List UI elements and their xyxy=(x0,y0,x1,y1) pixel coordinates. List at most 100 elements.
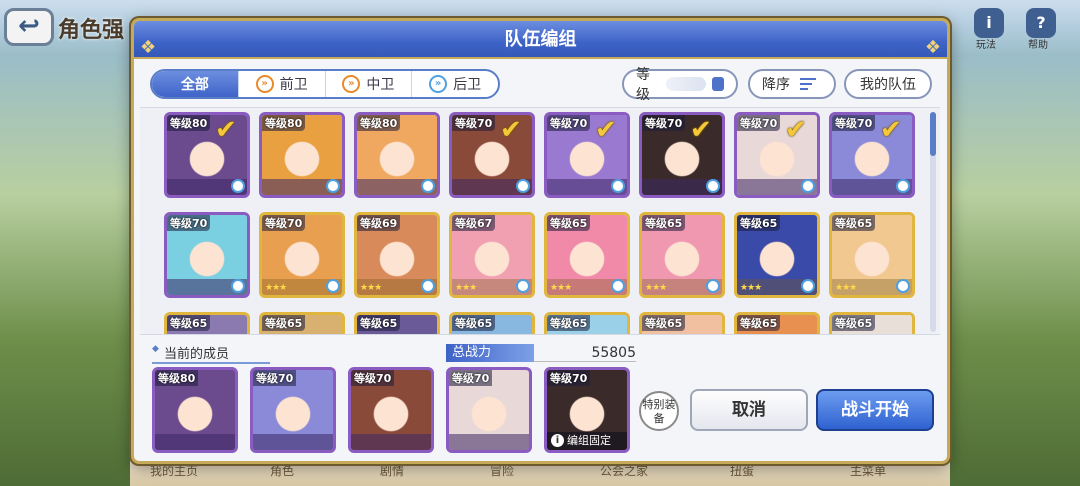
special-equipment-button[interactable]: 特别装备 xyxy=(639,391,679,431)
header-ornament-left-icon: ❖ xyxy=(140,37,157,58)
character-card[interactable]: 等级80 xyxy=(259,112,345,198)
nav-guild[interactable]: 公会之家 xyxy=(600,462,648,479)
character-card[interactable]: 等级80 ✔ xyxy=(164,112,250,198)
nav-main-menu[interactable]: 主菜单 xyxy=(850,462,886,479)
play-guide-label: 玩法 xyxy=(976,40,996,51)
dialog-title: 队伍编组 xyxy=(504,29,577,50)
my-team-button[interactable]: 我的队伍 xyxy=(844,69,932,99)
selected-check-icon: ✔ xyxy=(785,115,807,145)
position-icon xyxy=(516,279,530,293)
character-level: 等级65 xyxy=(737,215,781,231)
tab-all[interactable]: 全部 xyxy=(152,71,238,97)
level-filter-label: 等级 xyxy=(636,67,650,103)
member-level: 等级70 xyxy=(351,370,395,386)
header-ornament-right-icon: ❖ xyxy=(924,37,941,58)
character-level: 等级65 xyxy=(547,215,591,231)
character-card[interactable]: 等级65★★★ xyxy=(449,312,535,334)
character-card[interactable]: 等级70 ✔ xyxy=(449,112,535,198)
character-card[interactable]: 等级65★★★ xyxy=(544,312,630,334)
character-level: 等级65 xyxy=(737,315,781,331)
character-card[interactable]: 等级67 ★★★ xyxy=(449,212,535,298)
nav-character[interactable]: 角色 xyxy=(270,462,294,479)
position-icon xyxy=(421,179,435,193)
member-slot[interactable]: 等级80 xyxy=(152,367,238,453)
character-card[interactable]: 等级65★★★ xyxy=(639,212,725,298)
fixed-formation-label: 编组固定 xyxy=(547,432,627,450)
character-level: 等级70 xyxy=(642,115,686,131)
position-icon xyxy=(231,279,245,293)
help-label: 帮助 xyxy=(1028,40,1048,51)
roster-scrollbar[interactable] xyxy=(930,112,936,332)
back-button[interactable]: ↩ xyxy=(4,8,54,46)
character-card[interactable]: 等级65★★★ xyxy=(829,212,915,298)
member-slot[interactable]: 等级70 xyxy=(446,367,532,453)
back-position-icon: » xyxy=(429,75,448,93)
character-card[interactable]: 等级65★★★ xyxy=(639,312,725,334)
character-level: 等级65 xyxy=(452,315,496,331)
member-info-bar xyxy=(253,434,333,450)
character-level: 等级65 xyxy=(832,315,876,331)
member-info-bar xyxy=(449,434,529,450)
member-slot[interactable]: 等级70 xyxy=(348,367,434,453)
tab-middle[interactable]: » 中卫 xyxy=(324,71,412,97)
character-card[interactable]: 等级65 ★★★ xyxy=(544,212,630,298)
start-battle-button[interactable]: 战斗开始 xyxy=(816,389,934,431)
nav-gacha[interactable]: 扭蛋 xyxy=(730,462,754,479)
help-icon[interactable]: ? xyxy=(1026,8,1056,38)
selected-check-icon: ✔ xyxy=(595,115,617,145)
member-info-bar xyxy=(155,434,235,450)
character-card[interactable]: 等级70 ✔ xyxy=(829,112,915,198)
star-rating-icon: ★★★ xyxy=(265,283,287,293)
character-card[interactable]: 等级70 ✔ xyxy=(639,112,725,198)
character-level: 等级65 xyxy=(167,315,211,331)
front-position-icon: » xyxy=(255,75,274,93)
tab-middle-label: 中卫 xyxy=(366,77,395,93)
cancel-button[interactable]: 取消 xyxy=(690,389,808,431)
tab-back[interactable]: » 后卫 xyxy=(411,71,498,97)
member-slot[interactable]: 等级70 xyxy=(250,367,336,453)
character-card[interactable]: 等级70 ✔ xyxy=(734,112,820,198)
star-rating-icon: ★★★ xyxy=(645,283,667,293)
position-icon xyxy=(611,279,625,293)
character-level: 等级70 xyxy=(737,115,781,131)
character-level: 等级80 xyxy=(357,115,401,131)
tab-front[interactable]: » 前卫 xyxy=(237,71,325,97)
total-power-value: 55805 xyxy=(534,345,636,362)
sort-icon xyxy=(800,75,816,93)
character-roster-grid: 等级80 ✔ 等级80 等级80 等级70 ✔ 等级70 ✔ 等级70 ✔ 等级70 ✔ 等级70 ✔ 等级… xyxy=(140,107,940,335)
position-icon xyxy=(611,179,625,193)
locked-member-slot[interactable]: 等级70 编组固定 xyxy=(544,367,630,453)
character-level: 等级65 xyxy=(357,315,401,331)
character-card[interactable]: 等级65★★★ xyxy=(164,312,250,334)
character-card[interactable]: 等级65★★★ xyxy=(354,312,440,334)
position-icon xyxy=(421,279,435,293)
star-rating-icon: ★★★ xyxy=(550,283,572,293)
character-card[interactable]: 等级70 xyxy=(164,212,250,298)
character-card[interactable]: 等级65★★★ xyxy=(259,312,345,334)
total-power: 总战力 55805 xyxy=(446,343,636,363)
character-card[interactable]: 等级69 ★★★ xyxy=(354,212,440,298)
character-card[interactable]: 等级70 ★★★ xyxy=(259,212,345,298)
character-card[interactable]: 等级65 ★★★ xyxy=(734,212,820,298)
nav-adventure[interactable]: 冒险 xyxy=(490,462,514,479)
dialog-header: ❖ 队伍编组 ❖ xyxy=(134,21,947,59)
character-card[interactable]: 等级70 ✔ xyxy=(544,112,630,198)
selected-check-icon: ✔ xyxy=(880,115,902,145)
member-level: 等级70 xyxy=(547,370,591,386)
tab-back-label: 后卫 xyxy=(453,77,482,93)
level-filter-button[interactable]: 等级 xyxy=(622,67,738,103)
team-formation-dialog: ❖ 队伍编组 ❖ 全部 » 前卫 » 中卫 » 后卫 等级 降序 我的队伍 等级80 ✔… xyxy=(131,18,950,464)
character-level: 等级70 xyxy=(452,115,496,131)
background-title: 角色强 xyxy=(58,18,125,43)
middle-position-icon: » xyxy=(342,75,361,93)
selected-check-icon: ✔ xyxy=(690,115,712,145)
nav-home[interactable]: 我的主页 xyxy=(150,462,198,479)
sort-order-button[interactable]: 降序 xyxy=(748,69,836,99)
star-rating-icon: ★★★ xyxy=(740,283,762,293)
nav-story[interactable]: 剧情 xyxy=(380,462,404,479)
character-card[interactable]: 等级65★★★ xyxy=(734,312,820,334)
character-level: 等级70 xyxy=(167,215,211,231)
character-card[interactable]: 等级65★★★ xyxy=(829,312,915,334)
character-card[interactable]: 等级80 xyxy=(354,112,440,198)
info-icon[interactable]: i xyxy=(974,8,1004,38)
